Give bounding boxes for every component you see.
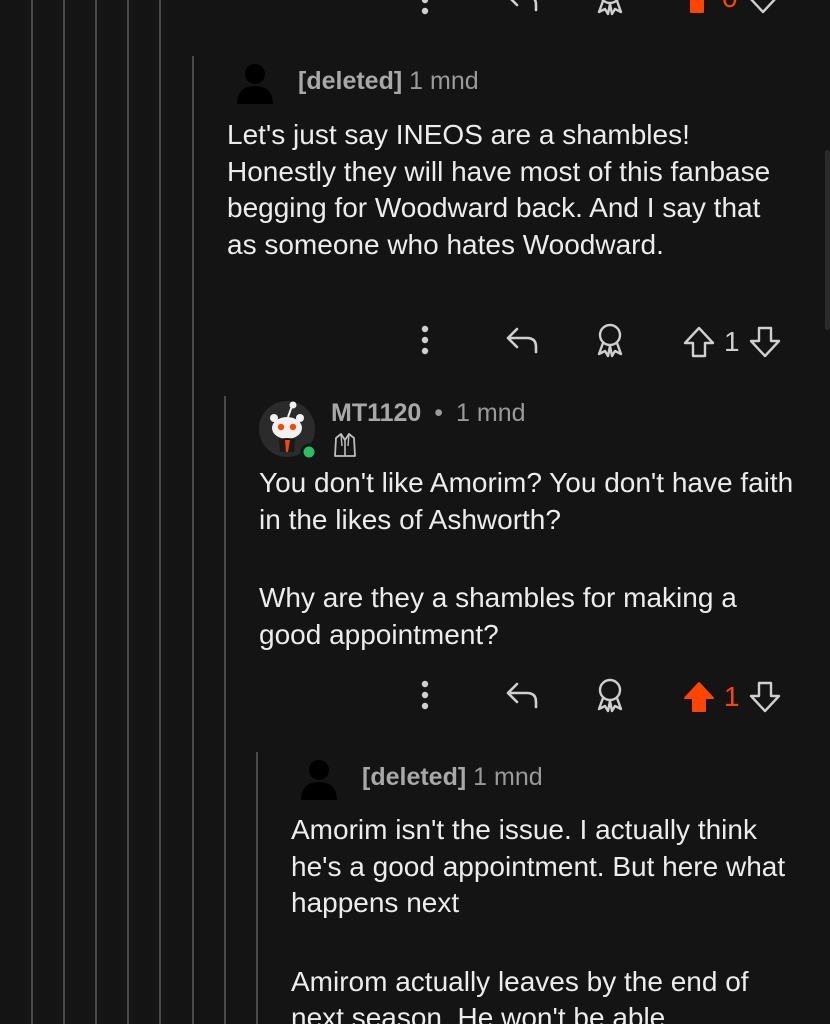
meta-separator: • — [434, 399, 444, 427]
thread-line[interactable] — [159, 0, 161, 1024]
thread-line[interactable] — [256, 752, 258, 1024]
vote-score: 1 — [724, 326, 740, 357]
vote-controls: 0 — [680, 0, 780, 18]
reply-icon — [510, 0, 538, 12]
vote-score: 1 — [724, 681, 740, 712]
comment-paragraph: Amirom actually leaves by the end of nex… — [291, 965, 749, 1024]
author-name[interactable]: [deleted] — [362, 763, 466, 791]
jacket-flair-icon — [334, 433, 356, 457]
snoo-avatar-icon — [259, 401, 318, 461]
comment-body: Let's just say INEOS are a shambles! Hon… — [227, 117, 787, 263]
more-icon — [421, 0, 429, 15]
scrollbar[interactable] — [825, 150, 830, 330]
comment-paragraph: Amorim isn't the issue. I actually think… — [291, 814, 786, 918]
thread-line[interactable] — [127, 0, 129, 1024]
author-name[interactable]: [deleted] — [298, 67, 402, 95]
award-button[interactable] — [588, 0, 632, 18]
downvote-icon[interactable] — [746, 0, 780, 15]
comment-meta: [deleted] 1 mnd — [298, 67, 479, 96]
upvote-icon[interactable] — [682, 680, 716, 714]
more-options-button[interactable] — [412, 677, 438, 713]
vote-score: 0 — [722, 0, 738, 14]
comment-paragraph: You don't like Amorim? You don't have fa… — [259, 467, 794, 535]
comment-body: Amorim isn't the issue. I actually think… — [291, 812, 801, 1024]
thread-line[interactable] — [192, 56, 194, 1024]
author-name[interactable]: MT1120 — [331, 399, 421, 427]
avatar[interactable] — [257, 400, 319, 462]
comment-meta: MT1120 • 1 mnd — [331, 399, 526, 428]
person-icon — [301, 760, 337, 800]
upvote-icon[interactable] — [680, 0, 714, 15]
vote-controls: 1 — [682, 677, 782, 717]
reply-button[interactable] — [500, 322, 544, 358]
person-icon — [237, 64, 273, 104]
thread-line[interactable] — [31, 0, 33, 1024]
comment-thread: 0 [deleted] 1 mnd Let's just say INEOS a… — [0, 0, 830, 1024]
upvote-icon[interactable] — [682, 325, 716, 359]
comment-body: You don't like Amorim? You don't have fa… — [259, 465, 799, 653]
reply-button[interactable] — [500, 677, 544, 713]
award-icon — [597, 323, 623, 358]
reply-icon — [506, 682, 538, 709]
avatar[interactable] — [297, 758, 341, 800]
comment-paragraph: Let's just say INEOS are a shambles! Hon… — [227, 119, 771, 260]
comment-paragraph: Why are they a shambles for making a goo… — [259, 582, 737, 650]
more-icon — [421, 680, 429, 710]
more-icon — [421, 325, 429, 355]
thread-line[interactable] — [224, 396, 226, 1024]
downvote-icon[interactable] — [748, 325, 782, 359]
more-options-button[interactable] — [412, 322, 438, 358]
avatar[interactable] — [233, 62, 277, 104]
timestamp: 1 mnd — [409, 67, 479, 95]
vote-controls: 1 — [682, 322, 782, 362]
award-icon — [597, 678, 623, 713]
comment-meta: [deleted] 1 mnd — [362, 763, 543, 792]
downvote-icon[interactable] — [748, 680, 782, 714]
award-button[interactable] — [588, 320, 632, 360]
reply-icon — [506, 327, 538, 354]
user-flair — [331, 432, 359, 458]
reply-button[interactable] — [500, 0, 544, 16]
timestamp: 1 mnd — [456, 399, 526, 427]
thread-line[interactable] — [63, 0, 65, 1024]
more-options-button[interactable] — [412, 0, 438, 18]
award-icon — [597, 0, 623, 16]
timestamp: 1 mnd — [473, 763, 543, 791]
thread-line[interactable] — [95, 0, 97, 1024]
award-button[interactable] — [588, 675, 632, 715]
